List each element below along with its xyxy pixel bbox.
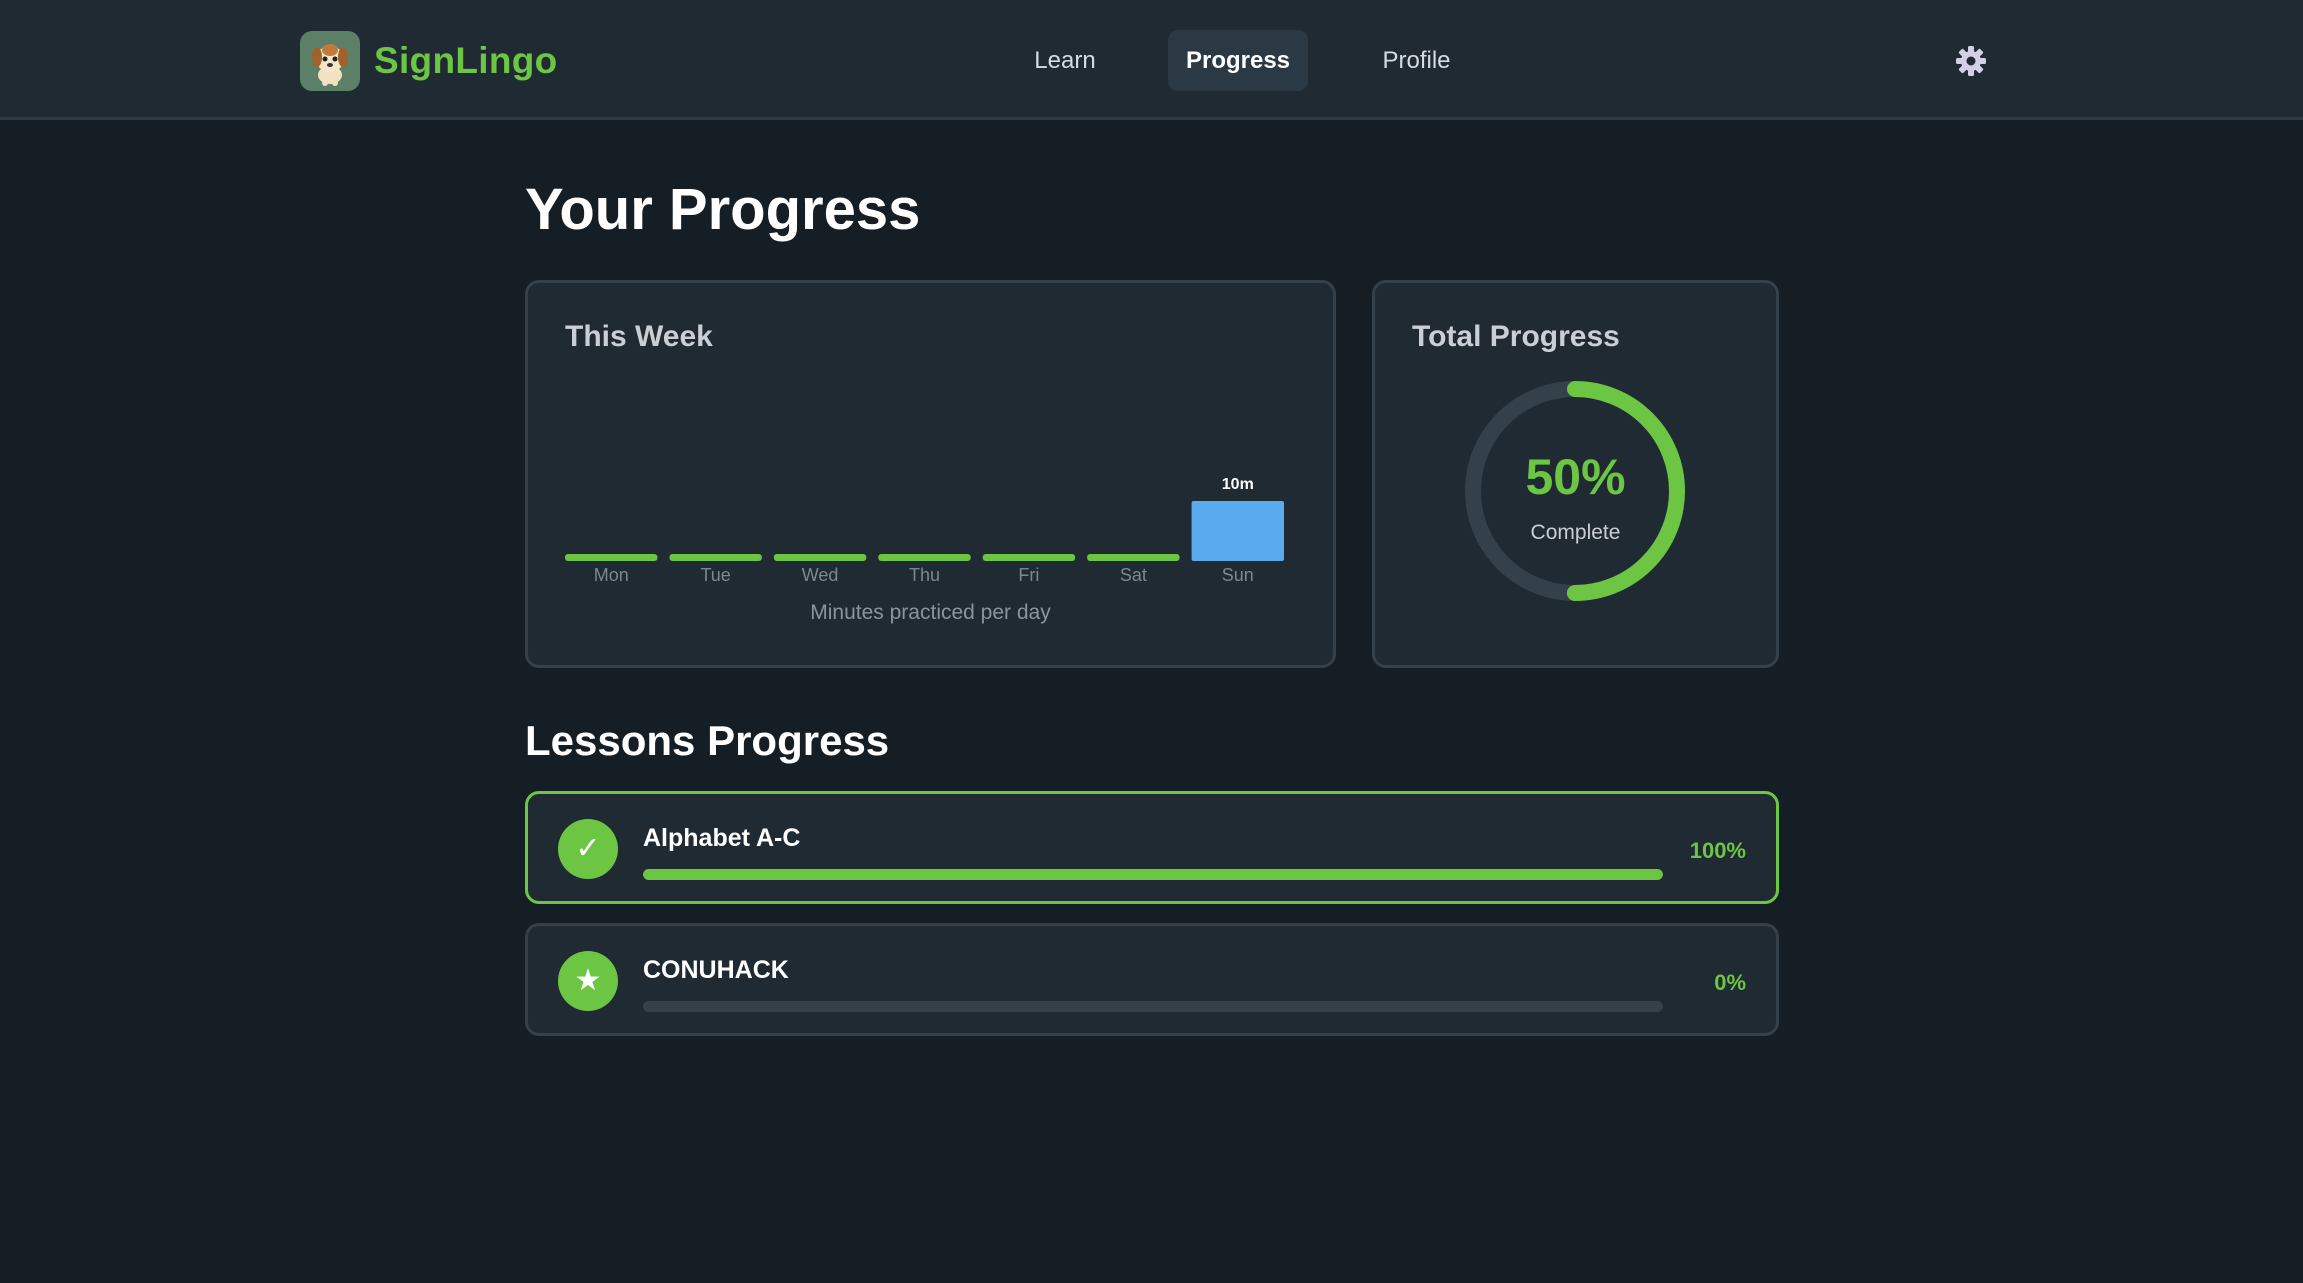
tick-label-mon: Mon — [594, 565, 629, 585]
lesson-progress-bar — [643, 1001, 1663, 1012]
weekly-chart-card: This Week Mon Tue Wed Thu Fri Sat Sun 10m Minute… — [525, 280, 1336, 668]
page-title: Your Progress — [525, 177, 921, 242]
tick-label-fri: Fri — [1018, 565, 1039, 585]
bar-tue — [669, 554, 762, 561]
tick-label-tue: Tue — [700, 565, 730, 585]
top-navbar: SignLingo Learn Progress Profile — [0, 0, 2303, 120]
lesson-name: Alphabet A-C — [643, 824, 801, 852]
lesson-progress-fill — [643, 869, 1663, 880]
lessons-section-title: Lessons Progress — [525, 717, 890, 764]
bar-mon — [565, 554, 658, 561]
lesson-row[interactable]: ✓ Alphabet A-C 100% — [525, 791, 1779, 904]
brand[interactable]: SignLingo — [300, 31, 558, 91]
data-label-sun: 10m — [1222, 476, 1254, 493]
weekly-bar-chart: Mon Tue Wed Thu Fri Sat Sun 10m Minutes practice… — [565, 476, 1284, 624]
star-icon: ★ — [558, 951, 618, 1011]
progress-caption: Complete — [1530, 521, 1621, 544]
lesson-progress-bar — [643, 869, 1663, 880]
total-progress-card: Total Progress 50% Complete — [1372, 280, 1779, 668]
tick-label-thu: Thu — [909, 565, 940, 585]
bar-fri — [982, 554, 1076, 561]
tab-profile[interactable]: Profile — [1358, 30, 1475, 91]
x-axis-label: Minutes practiced per day — [810, 601, 1051, 624]
lesson-percent: 0% — [1714, 970, 1746, 995]
lesson-name: CONUHACK — [643, 956, 789, 984]
app-name: SignLingo — [374, 40, 558, 81]
check-icon: ✓ — [558, 819, 618, 879]
tick-label-sat: Sat — [1120, 565, 1147, 585]
tick-label-wed: Wed — [802, 565, 839, 585]
tick-label-sun: Sun — [1222, 565, 1254, 585]
lesson-row[interactable]: ★ CONUHACK 0% — [525, 923, 1779, 1036]
lesson-percent: 100% — [1689, 838, 1746, 863]
bar-sun — [1191, 501, 1284, 561]
progress-percent: 50% — [1525, 449, 1626, 505]
bar-wed — [773, 554, 867, 561]
tab-learn[interactable]: Learn — [1010, 30, 1120, 91]
gear-icon[interactable] — [1955, 45, 1987, 77]
dog-logo-icon — [300, 31, 360, 91]
tab-progress[interactable]: Progress — [1168, 30, 1308, 91]
bar-thu — [878, 554, 971, 561]
bar-sat — [1087, 554, 1180, 561]
